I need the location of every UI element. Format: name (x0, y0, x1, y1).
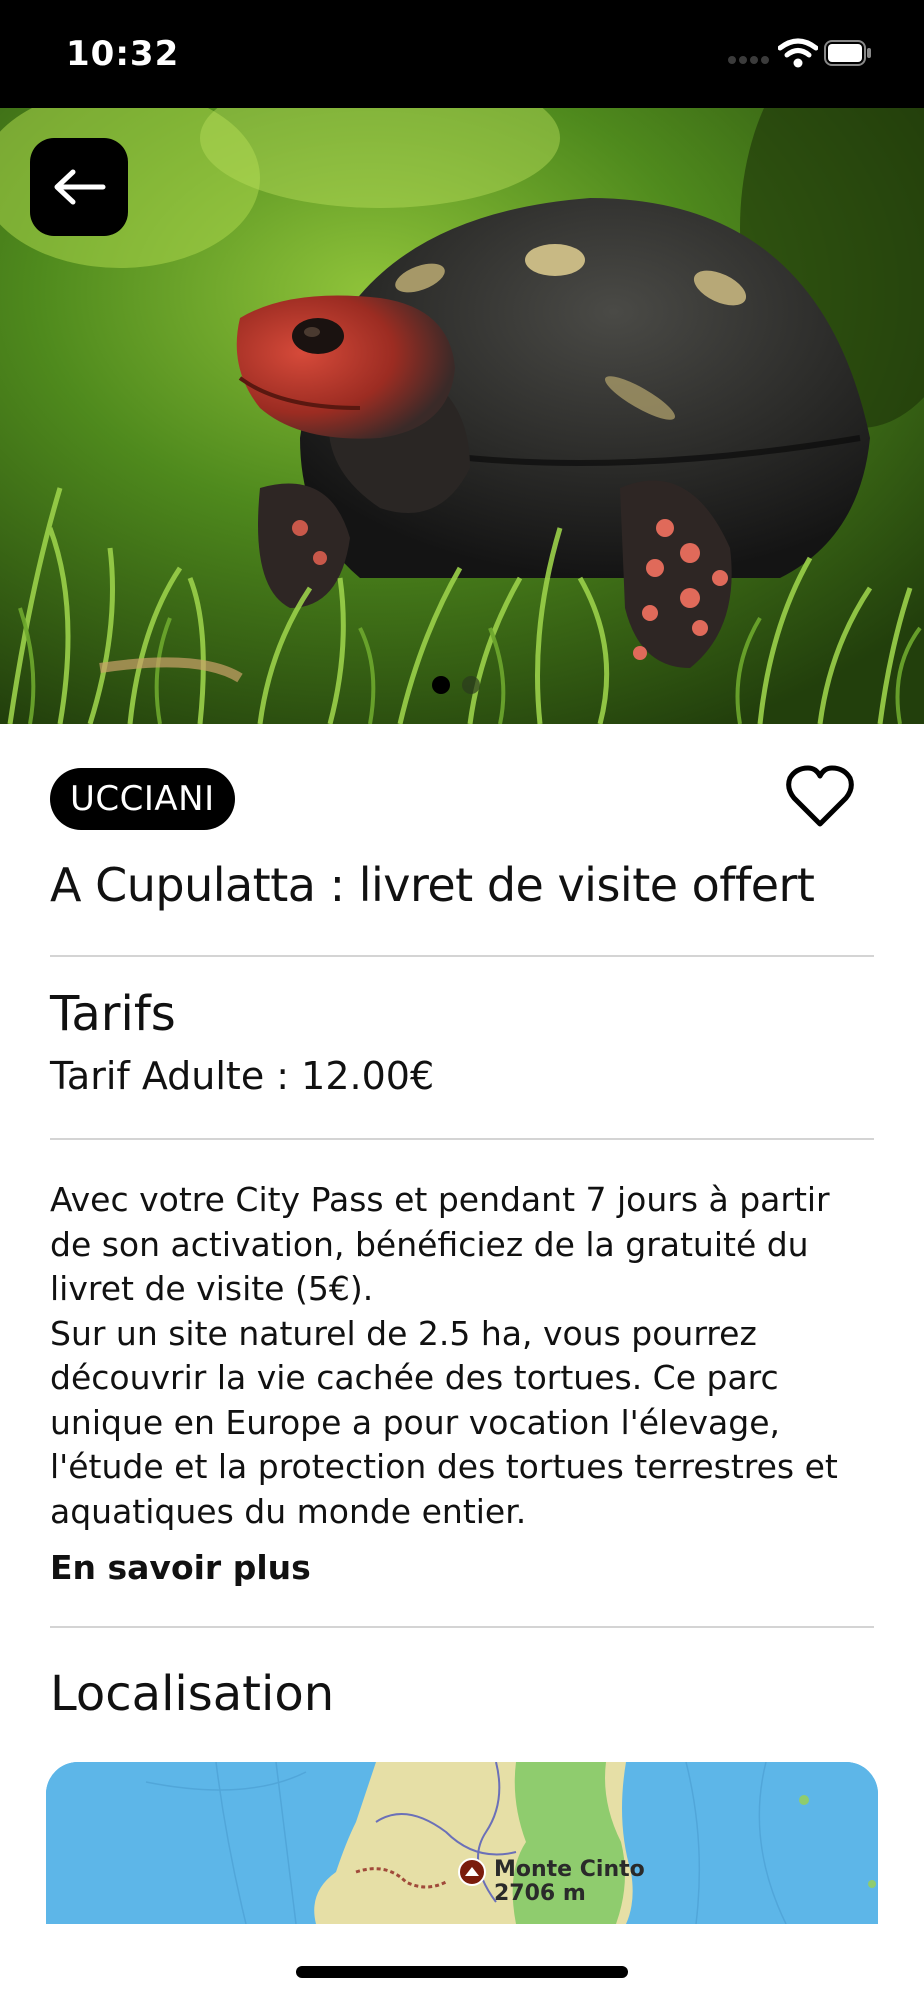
divider (50, 1626, 874, 1628)
location-map[interactable]: Monte Cinto 2706 m (46, 1762, 878, 1924)
carousel-dot[interactable] (462, 676, 480, 694)
tarifs-heading: Tarifs (50, 986, 176, 1042)
divider (50, 955, 874, 957)
wifi-icon (778, 38, 818, 68)
mountain-pin-icon[interactable] (458, 1858, 486, 1886)
location-tag: UCCIANI (50, 768, 235, 830)
localisation-heading: Localisation (50, 1666, 335, 1722)
mountain-icon (465, 1867, 479, 1876)
status-time: 10:32 (66, 34, 180, 74)
description-paragraph: Avec votre City Pass et pendant 7 jours … (50, 1180, 830, 1308)
tortoise-photo (0, 108, 924, 724)
adult-price: Tarif Adulte : 12.00€ (50, 1054, 435, 1098)
page-title: A Cupulatta : livret de visite offert (50, 858, 815, 912)
back-button[interactable] (30, 138, 128, 236)
home-indicator[interactable] (296, 1966, 628, 1978)
arrow-left-icon (54, 169, 106, 205)
divider (50, 1138, 874, 1140)
carousel-dot-active[interactable] (432, 676, 450, 694)
carousel-indicator[interactable] (432, 676, 492, 696)
hero-image-carousel[interactable] (0, 108, 924, 724)
read-more-link[interactable]: En savoir plus (50, 1548, 311, 1587)
description-paragraph: Sur un site naturel de 2.5 ha, vous pour… (50, 1313, 838, 1531)
map-place-elevation: 2706 m (494, 1881, 586, 1906)
favorite-heart-icon[interactable] (784, 764, 856, 830)
description: Avec votre City Pass et pendant 7 jours … (50, 1178, 880, 1534)
map-terrain (46, 1762, 878, 1924)
battery-icon (824, 40, 871, 66)
status-bar: 10:32 (0, 0, 924, 108)
cellular-signal-icon (728, 56, 770, 66)
map-place-name: Monte Cinto (494, 1857, 645, 1882)
map-place-label: Monte Cinto 2706 m (494, 1858, 645, 1906)
